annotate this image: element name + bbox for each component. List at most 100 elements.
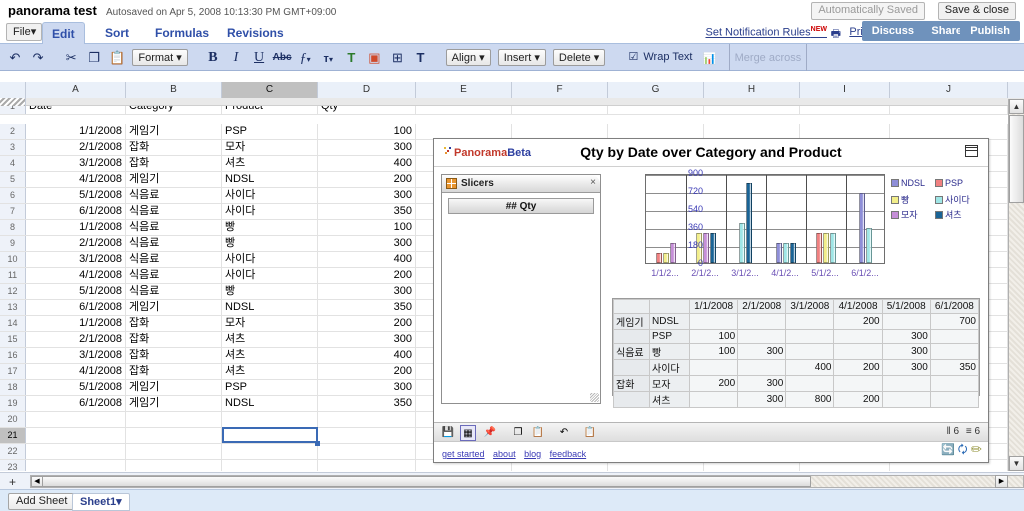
copy-icon[interactable]: ❐ (510, 425, 526, 441)
cell-D15[interactable]: 300 (318, 332, 416, 347)
set-notification-rules-link[interactable]: Set Notification RulesNEW (705, 26, 827, 39)
pivot-value-cell[interactable] (785, 375, 835, 392)
cell-C16[interactable]: 셔츠 (222, 348, 318, 363)
save-and-close-button[interactable]: Save & close (937, 2, 1016, 20)
row-header-8[interactable]: 8 (0, 220, 26, 235)
pivot-value-cell[interactable] (833, 329, 883, 344)
discuss-button[interactable]: Discuss (861, 21, 924, 41)
cell-B23[interactable] (126, 460, 222, 471)
scroll-up-button[interactable]: ▲ (1009, 99, 1024, 114)
vertical-scrollbar[interactable]: ▲ ▼ (1008, 99, 1024, 471)
printer-icon[interactable]: 🖶 (831, 25, 841, 44)
cell-C19[interactable]: NDSL (222, 396, 318, 411)
chart-bar[interactable] (656, 253, 662, 263)
format-dropdown[interactable]: Format ▾ (132, 49, 188, 66)
cell-D10[interactable]: 400 (318, 252, 416, 267)
scroll-left-button[interactable]: ◀ (31, 476, 43, 487)
cell-D5[interactable]: 200 (318, 172, 416, 187)
cell-B9[interactable]: 식음료 (126, 236, 222, 251)
cell-G2[interactable] (608, 124, 704, 139)
cut-icon[interactable]: ✂ (61, 44, 81, 71)
cell-A22[interactable] (26, 444, 126, 459)
chart-bar[interactable] (859, 193, 865, 263)
column-header-b[interactable]: B (126, 82, 222, 98)
cell-A7[interactable]: 6/1/2008 (26, 204, 126, 219)
freeze-handle[interactable] (0, 98, 26, 106)
pivot-value-cell[interactable] (929, 329, 980, 344)
paste-icon[interactable]: 📋 (530, 425, 546, 441)
publish-button[interactable]: Publish (960, 21, 1020, 41)
cell-D18[interactable]: 300 (318, 380, 416, 395)
cell-A2[interactable]: 1/1/2008 (26, 124, 126, 139)
cell-A5[interactable]: 4/1/2008 (26, 172, 126, 187)
chart-bar[interactable] (790, 243, 796, 263)
slicer-item-qty[interactable]: ## Qty (448, 198, 594, 214)
pivot-value-cell[interactable]: 300 (737, 375, 787, 392)
chart-bar[interactable] (783, 243, 789, 263)
strikethrough-button[interactable]: Abc (272, 44, 292, 71)
chart-bar[interactable] (703, 233, 709, 263)
pivot-category-cell[interactable]: 게임기 (613, 313, 650, 330)
save-icon[interactable]: 💾 (440, 425, 456, 441)
cell-B4[interactable]: 잡화 (126, 156, 222, 171)
row-header-13[interactable]: 13 (0, 300, 26, 315)
cell-D14[interactable]: 200 (318, 316, 416, 331)
cell-A19[interactable]: 6/1/2008 (26, 396, 126, 411)
frozen-rows-divider[interactable] (0, 98, 1024, 106)
font-size-icon[interactable]: ᴛ▾ (318, 44, 338, 71)
function-icon[interactable]: ƒ▾ (295, 44, 315, 71)
cell-C18[interactable]: PSP (222, 380, 318, 395)
row-header-19[interactable]: 19 (0, 396, 26, 411)
pivot-value-cell[interactable] (737, 313, 787, 330)
underline-button[interactable]: U (249, 44, 269, 71)
restore-window-icon[interactable] (965, 145, 978, 157)
blog-link[interactable]: blog (524, 449, 541, 459)
pivot-value-cell[interactable] (785, 343, 835, 360)
wrap-text-checkbox[interactable]: ☑ (628, 44, 638, 71)
add-sheet-button[interactable]: Add Sheet (8, 493, 76, 510)
cell-D16[interactable]: 400 (318, 348, 416, 363)
file-menu-button[interactable]: File▾ (6, 23, 43, 41)
chart-bar[interactable] (830, 233, 836, 263)
cell-C15[interactable]: 셔츠 (222, 332, 318, 347)
fill-handle[interactable] (315, 441, 320, 446)
row-header-4[interactable]: 4 (0, 156, 26, 171)
pivot-category-cell[interactable] (613, 359, 650, 376)
row-header-23[interactable]: 23 (0, 460, 26, 471)
pivot-value-cell[interactable] (881, 375, 931, 392)
cell-C6[interactable]: 사이다 (222, 188, 318, 203)
active-cell-selection[interactable] (222, 427, 318, 443)
chart-bar[interactable] (866, 228, 872, 263)
pin-icon[interactable]: 📌 (482, 425, 498, 441)
chart-bar[interactable] (739, 223, 745, 263)
cell-C8[interactable]: 빵 (222, 220, 318, 235)
pivot-value-cell[interactable]: 300 (737, 343, 787, 360)
cell-A14[interactable]: 1/1/2008 (26, 316, 126, 331)
pivot-value-cell[interactable]: 300 (881, 359, 931, 376)
column-header-h[interactable]: H (704, 82, 800, 98)
cell-C12[interactable]: 빵 (222, 284, 318, 299)
pivot-product-cell[interactable]: NDSL (649, 313, 690, 330)
cell-C13[interactable]: NDSL (222, 300, 318, 315)
cell-J2[interactable] (890, 124, 1008, 139)
pivot-value-cell[interactable] (737, 329, 787, 344)
cell-A23[interactable] (26, 460, 126, 471)
pivot-product-cell[interactable]: 빵 (649, 343, 690, 360)
cell-D9[interactable]: 300 (318, 236, 416, 251)
paste-icon[interactable]: 📋 (107, 44, 127, 71)
cell-B10[interactable]: 식음료 (126, 252, 222, 267)
pivot-value-cell[interactable] (929, 343, 980, 360)
document-title[interactable]: panorama test (8, 3, 97, 18)
cell-A3[interactable]: 2/1/2008 (26, 140, 126, 155)
row-header-3[interactable]: 3 (0, 140, 26, 155)
edit-icon[interactable]: ✏ (971, 444, 982, 456)
legend-item-5[interactable]: 셔츠 (935, 208, 962, 221)
cell-A8[interactable]: 1/1/2008 (26, 220, 126, 235)
cell-H2[interactable] (704, 124, 800, 139)
pivot-product-cell[interactable]: 사이다 (649, 359, 690, 376)
column-header-e[interactable]: E (416, 82, 512, 98)
tab-edit[interactable]: Edit (42, 22, 85, 44)
chart-bar[interactable] (823, 233, 829, 263)
cell-A17[interactable]: 4/1/2008 (26, 364, 126, 379)
pivot-value-cell[interactable]: 300 (881, 329, 931, 344)
